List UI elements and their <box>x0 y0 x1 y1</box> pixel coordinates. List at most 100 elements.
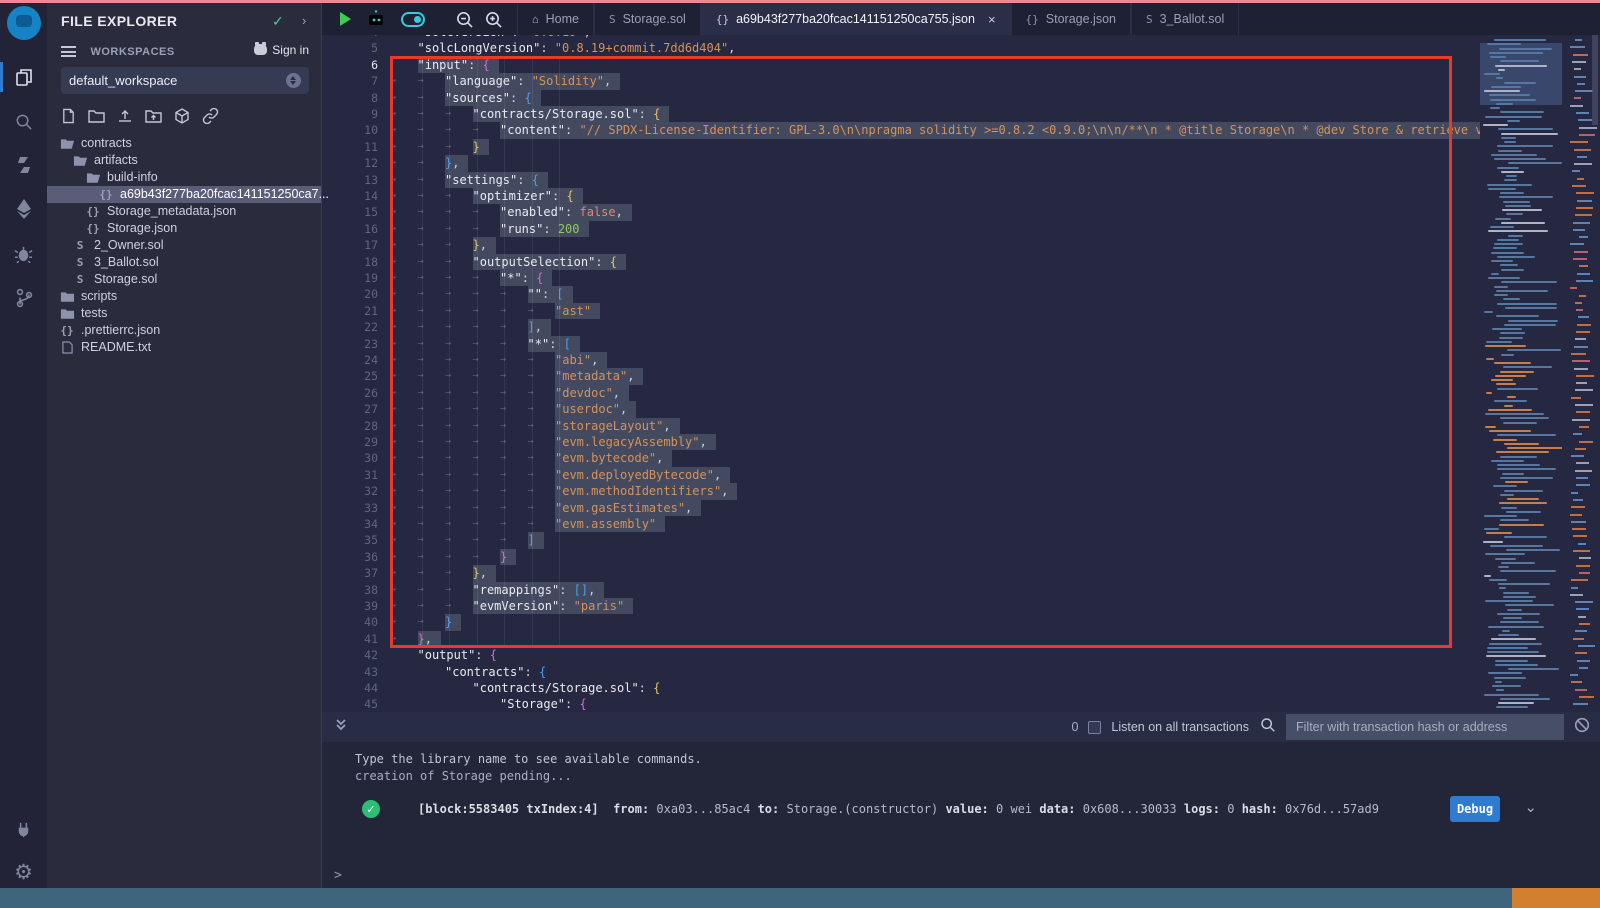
cube-ipfs-icon[interactable] <box>174 108 190 124</box>
zoom-in-icon[interactable] <box>484 10 503 29</box>
sidebar-item-solidity-compiler[interactable] <box>0 148 47 182</box>
ai-copilot-toggle[interactable] <box>401 12 425 27</box>
minimap-line <box>1495 664 1538 666</box>
tab-bar: ⌂HomeSStorage.sol{}a69b43f277ba20fcac141… <box>322 3 1600 35</box>
file-toolbar <box>61 108 219 124</box>
tree-item-label: .prettierrc.json <box>81 322 160 339</box>
tree-item-readme-txt[interactable]: README.txt <box>47 339 321 356</box>
minimap-line <box>1499 587 1506 589</box>
tree-item-tests[interactable]: tests <box>47 305 321 322</box>
run-script-button[interactable] <box>340 12 351 26</box>
tab-a69b43f277ba20fcac141151250ca755-json[interactable]: {}a69b43f277ba20fcac141151250ca755.json× <box>701 3 1011 35</box>
collapse-terminal-icon[interactable] <box>334 718 348 737</box>
minimap-line <box>1508 162 1562 164</box>
tree-item-artifacts[interactable]: artifacts <box>47 152 321 169</box>
line-number: 34 <box>322 516 378 532</box>
ruler-mark <box>1571 521 1586 523</box>
workspace-select[interactable]: default_workspace <box>61 67 309 94</box>
tab-3-ballot-sol[interactable]: S3_Ballot.sol <box>1131 3 1239 35</box>
sidebar-item-deploy-run[interactable] <box>0 192 47 226</box>
minimap[interactable] <box>1480 35 1562 712</box>
tree-item-label: Storage.sol <box>94 271 157 288</box>
tab-storage-sol[interactable]: SStorage.sol <box>594 3 701 35</box>
minimap-line <box>1485 426 1496 428</box>
github-sign-in[interactable]: Sign in <box>254 43 309 57</box>
line-number: 24 <box>322 352 378 368</box>
zoom-out-icon[interactable] <box>455 10 474 29</box>
listen-checkbox[interactable] <box>1088 721 1101 734</box>
upload-file-icon[interactable] <box>117 108 133 124</box>
ruler-mark <box>1576 192 1594 194</box>
terminal-prompt: > <box>334 868 342 883</box>
remixai-robot-icon[interactable] <box>365 9 387 29</box>
minimap-line <box>1488 626 1544 628</box>
minimap-line <box>1496 451 1549 453</box>
minimap-line <box>1491 273 1499 275</box>
debug-button[interactable]: Debug <box>1450 796 1500 822</box>
minimap-line <box>1490 545 1543 547</box>
sidebar-item-file-explorer[interactable] <box>0 60 47 94</box>
sidebar-item-debugger[interactable] <box>0 236 47 270</box>
minimap-line <box>1497 303 1557 305</box>
minimap-line <box>1495 375 1526 377</box>
tab-home[interactable]: ⌂Home <box>517 3 594 35</box>
tree-item-build-info[interactable]: build-info <box>47 169 321 186</box>
minimap-line <box>1500 371 1534 373</box>
line-number: 5 <box>322 40 378 56</box>
new-file-icon[interactable] <box>61 108 76 124</box>
transaction-log-row[interactable]: ✓ [block:5583405 txIndex:4] from: 0xa03.… <box>355 796 1595 824</box>
ruler-mark <box>1570 105 1583 107</box>
tree-item-scripts[interactable]: scripts <box>47 288 321 305</box>
sidebar-item-search[interactable] <box>0 104 47 138</box>
terminal-header: 0 Listen on all transactions <box>322 712 1600 742</box>
tree-item-3-ballot-sol[interactable]: S3_Ballot.sol <box>47 254 321 271</box>
tab-storage-json[interactable]: {}Storage.json <box>1011 3 1131 35</box>
minimap-line <box>1504 82 1536 84</box>
ruler-mark <box>1575 689 1587 691</box>
sol-icon: S <box>1146 13 1153 26</box>
tree-item-storage-metadata-json[interactable]: {}Storage_metadata.json <box>47 203 321 220</box>
minimap-line <box>1484 73 1500 75</box>
minimap-line <box>1497 434 1556 436</box>
minimap-line <box>1500 621 1539 623</box>
ruler-mark <box>1575 90 1593 92</box>
tab-label: a69b43f277ba20fcac141151250ca755.json <box>736 12 975 26</box>
ruler-mark <box>1579 696 1594 698</box>
line-number: 42 <box>322 647 378 663</box>
tree-item-a69b43f277ba20fcac141151250ca7-[interactable]: {}a69b43f277ba20fcac141151250ca7... <box>47 186 321 203</box>
ruler-mark <box>1577 273 1590 275</box>
ruler-mark <box>1579 236 1588 238</box>
expand-tx-chevron-icon[interactable]: ⌄ <box>1524 798 1537 816</box>
clear-console-icon[interactable] <box>1574 717 1590 738</box>
link-icon[interactable] <box>202 108 219 124</box>
upload-folder-icon[interactable] <box>145 108 162 124</box>
remix-logo[interactable] <box>0 6 47 40</box>
sol-icon: S <box>609 13 616 26</box>
tree-item-storage-json[interactable]: {}Storage.json <box>47 220 321 237</box>
transaction-filter-input[interactable] <box>1286 714 1564 740</box>
tree-item-contracts[interactable]: contracts <box>47 135 321 152</box>
minimap-line <box>1507 609 1522 611</box>
terminal-message: Type the library name to see available c… <box>355 752 702 766</box>
solidity-icon <box>15 155 33 175</box>
tree-item--prettierrc-json[interactable]: {}.prettierrc.json <box>47 322 321 339</box>
new-folder-icon[interactable] <box>88 108 105 124</box>
workspaces-menu-icon[interactable] <box>61 46 76 57</box>
tree-item-storage-sol[interactable]: SStorage.sol <box>47 271 321 288</box>
tree-item-2-owner-sol[interactable]: S2_Owner.sol <box>47 237 321 254</box>
sidebar-item-git[interactable] <box>0 281 47 315</box>
minimap-line <box>1494 677 1526 679</box>
collapse-chevron-icon[interactable]: › <box>302 13 306 28</box>
ruler-mark <box>1572 170 1580 172</box>
transaction-count: 0 <box>1071 720 1078 734</box>
code-editor[interactable]: 4"solcVersion": "0.8.19",5"solcLongVersi… <box>322 35 1600 712</box>
editor-scrollbar[interactable] <box>1592 35 1598 125</box>
ruler-mark <box>1571 506 1585 508</box>
ruler-mark <box>1573 433 1582 435</box>
sidebar-item-settings[interactable]: ⚙ <box>0 855 47 889</box>
status-bar-alert-segment[interactable] <box>1512 888 1600 908</box>
close-tab-icon[interactable]: × <box>988 12 996 27</box>
sidebar-item-plugin-manager[interactable] <box>0 812 47 846</box>
minimap-line <box>1491 260 1513 262</box>
terminal-search-icon[interactable] <box>1259 716 1276 738</box>
